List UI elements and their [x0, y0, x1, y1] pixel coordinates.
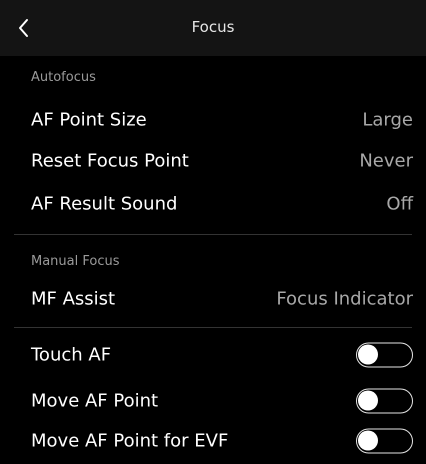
setting-label: MF Assist	[31, 288, 116, 310]
section-label-manual-focus: Manual Focus	[31, 254, 120, 269]
page-title: Focus	[191, 18, 235, 36]
setting-label: Move AF Point for EVF	[31, 430, 229, 452]
toggle-knob	[358, 430, 378, 451]
setting-row-reset-focus-point[interactable]: Reset Focus Point Never	[0, 138, 426, 184]
section-label-autofocus: Autofocus	[31, 70, 96, 85]
section-divider	[14, 234, 412, 235]
setting-row-mf-assist[interactable]: MF Assist Focus Indicator	[0, 276, 426, 322]
move-af-point-toggle[interactable]	[356, 388, 413, 414]
setting-label: AF Result Sound	[31, 193, 178, 215]
setting-label: Touch AF	[31, 344, 112, 366]
section-divider	[14, 327, 412, 328]
setting-row-af-result-sound[interactable]: AF Result Sound Off	[0, 181, 426, 227]
setting-value: Never	[359, 150, 413, 172]
toggle-knob	[358, 390, 378, 411]
move-af-point-for-evf-toggle[interactable]	[356, 428, 413, 454]
touch-af-toggle[interactable]	[356, 342, 413, 368]
setting-row-move-af-point-for-evf[interactable]: Move AF Point for EVF	[0, 418, 426, 464]
setting-value: Off	[386, 193, 413, 215]
setting-row-touch-af[interactable]: Touch AF	[0, 332, 426, 378]
focus-settings-screen: Focus Autofocus AF Point Size Large Rese…	[0, 0, 426, 464]
setting-label: Move AF Point	[31, 390, 159, 412]
setting-value: Large	[362, 109, 413, 131]
setting-row-af-point-size[interactable]: AF Point Size Large	[0, 97, 426, 143]
setting-value: Focus Indicator	[276, 288, 413, 310]
setting-label: Reset Focus Point	[31, 150, 189, 172]
setting-label: AF Point Size	[31, 109, 147, 131]
header-bar: Focus	[0, 0, 426, 56]
toggle-knob	[358, 344, 378, 365]
